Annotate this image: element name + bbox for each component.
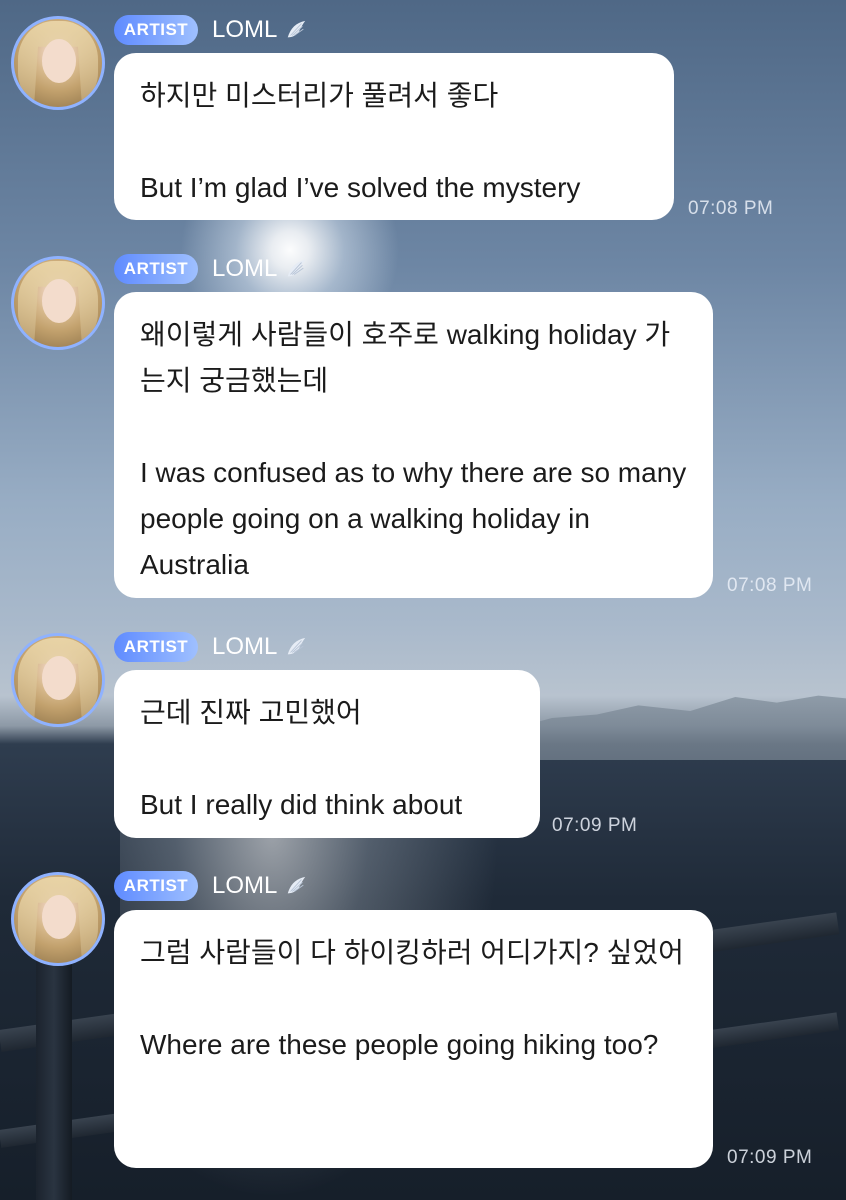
artist-badge: ARTIST (114, 15, 198, 45)
artist-badge: ARTIST (114, 254, 198, 284)
message-bubble[interactable]: 그럼 사람들이 다 하이킹하러 어디가지? 싶었어 Where are thes… (114, 910, 713, 1168)
mountains (500, 695, 846, 760)
artist-badge: ARTIST (114, 632, 198, 662)
avatar[interactable] (11, 872, 105, 966)
sender-name-label: LOML (212, 255, 278, 282)
message-bubble[interactable]: 근데 진짜 고민했어 But I really did think about (114, 670, 540, 838)
message-timestamp: 07:08 PM (688, 198, 774, 219)
sender-name-label: LOML (212, 872, 278, 899)
message-english-text: But I really did think about (140, 789, 463, 820)
angel-wing-icon (288, 259, 306, 277)
sender-name-label: LOML (212, 633, 278, 660)
message-english-text: Where are these people going hiking too? (140, 1029, 659, 1060)
avatar[interactable] (11, 16, 105, 110)
angel-wing-icon (288, 637, 306, 655)
sender-name-label: LOML (212, 16, 278, 43)
angel-wing-icon (288, 20, 306, 38)
message-timestamp: 07:09 PM (552, 815, 638, 836)
railing-post (36, 930, 72, 1200)
avatar[interactable] (11, 633, 105, 727)
message-english-text: I was confused as to why there are so ma… (140, 457, 687, 580)
sender-name[interactable]: LOML (212, 871, 307, 901)
sender-name[interactable]: LOML (212, 254, 307, 284)
message-korean-text: 근데 진짜 고민했어 (140, 697, 362, 728)
message-english-text: But I’m glad I’ve solved the mystery (140, 172, 581, 203)
message-korean-text: 그럼 사람들이 다 하이킹하러 어디가지? 싶었어 (140, 937, 684, 968)
message-bubble[interactable]: 하지만 미스터리가 풀려서 좋다 But I’m glad I’ve solve… (114, 53, 674, 220)
artist-badge: ARTIST (114, 871, 198, 901)
avatar[interactable] (11, 256, 105, 350)
sender-name[interactable]: LOML (212, 632, 307, 662)
message-timestamp: 07:09 PM (727, 1147, 813, 1168)
message-korean-text: 하지만 미스터리가 풀려서 좋다 (140, 80, 499, 111)
sender-name[interactable]: LOML (212, 15, 307, 45)
angel-wing-icon (288, 876, 306, 894)
message-korean-text: 왜이렇게 사람들이 호주로 walking holiday 가는지 궁금했는데 (140, 319, 671, 396)
message-timestamp: 07:08 PM (727, 575, 813, 596)
message-bubble[interactable]: 왜이렇게 사람들이 호주로 walking holiday 가는지 궁금했는데 … (114, 292, 713, 598)
